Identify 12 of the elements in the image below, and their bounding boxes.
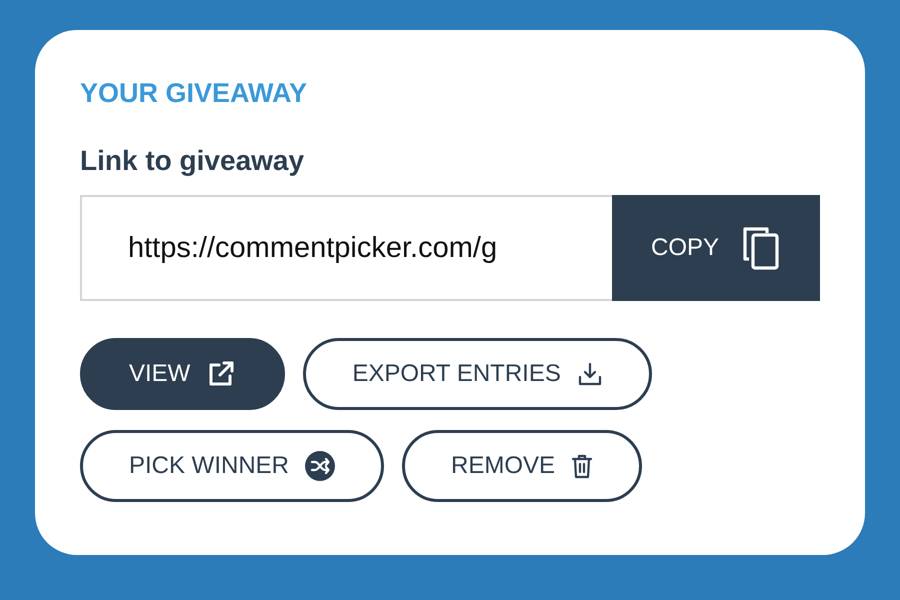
shuffle-icon xyxy=(305,451,336,481)
field-label: Link to giveaway xyxy=(80,145,306,177)
copy-icon xyxy=(741,225,781,271)
copy-button[interactable]: COPY xyxy=(612,195,820,301)
trash-icon xyxy=(571,453,594,479)
action-button[interactable]: EXPORT ENTRIES xyxy=(303,338,652,410)
action-button[interactable]: REMOVE xyxy=(402,430,642,502)
link-field[interactable]: https://commentpicker.com/g xyxy=(80,195,612,301)
action-button[interactable]: PICK WINNER xyxy=(80,430,384,502)
action-button[interactable]: VIEW xyxy=(80,338,286,410)
download-icon xyxy=(576,361,603,387)
section-heading: YOUR GIVEAWAY xyxy=(80,78,308,109)
